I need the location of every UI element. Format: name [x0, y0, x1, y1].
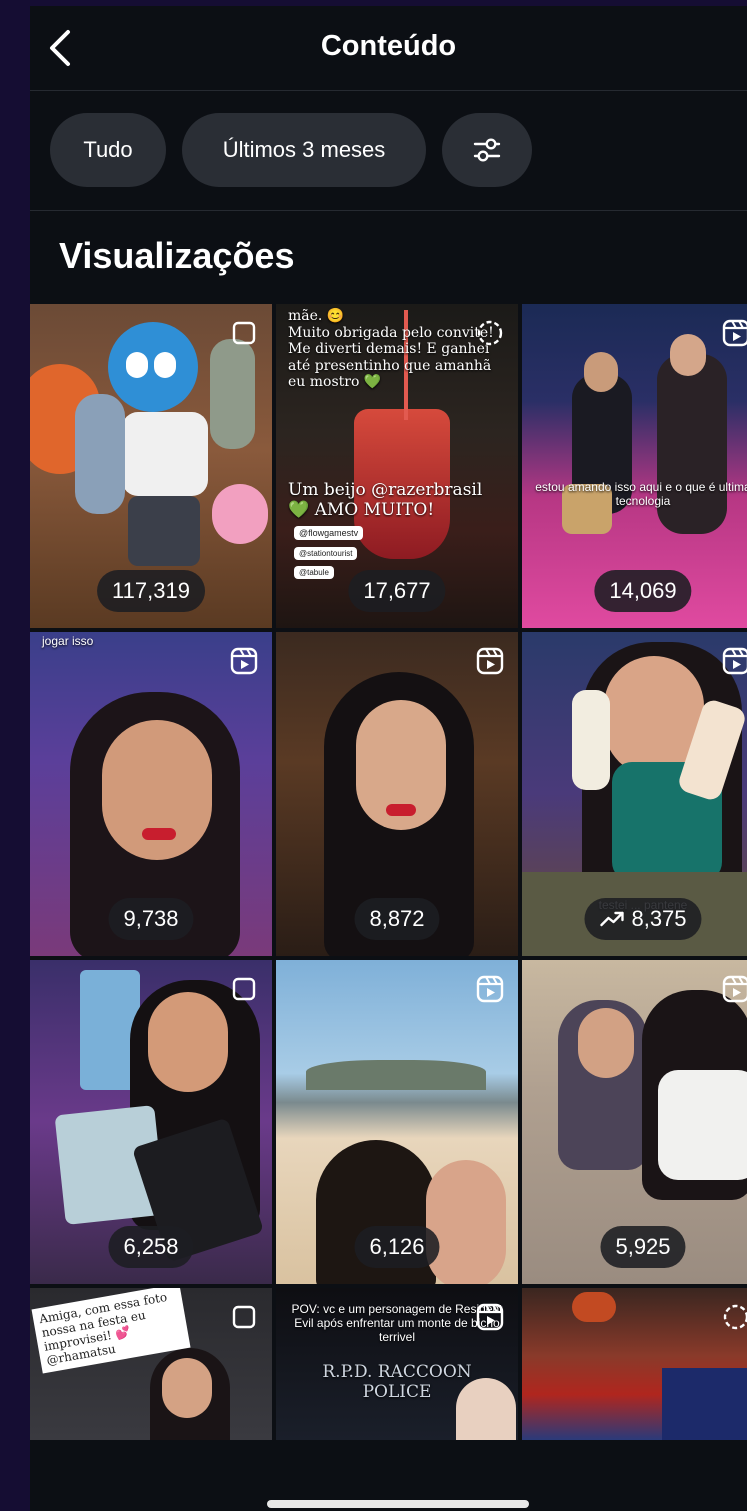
reel-icon: [721, 318, 747, 348]
post-icon: [229, 974, 259, 1004]
reel-icon: [229, 646, 259, 676]
reel-caption: estou amando isso aqui e o que é ultima …: [535, 480, 747, 508]
story-icon: [475, 318, 505, 348]
content-tile[interactable]: 5,925: [522, 960, 747, 1284]
home-indicator[interactable]: [267, 1500, 529, 1508]
reel-icon: [721, 974, 747, 1004]
views-count: 14,069: [594, 570, 692, 612]
views-value: 14,069: [609, 578, 677, 603]
content-tile[interactable]: Amiga, com essa foto nossa na festa eu i…: [30, 1288, 272, 1440]
reel-icon: [721, 646, 747, 676]
mention-tag: @stationtourist: [294, 547, 358, 560]
views-value: 9,738: [123, 906, 179, 931]
trending-up-icon: [600, 911, 624, 927]
views-value: 8,375: [631, 906, 687, 931]
views-count: 17,677: [348, 570, 446, 612]
filter-chips: Tudo Últimos 3 meses: [50, 113, 532, 187]
filter-all-chip[interactable]: Tudo: [50, 113, 166, 187]
reel-caption: POV: vc e um personagem de Resident Evil…: [291, 1302, 503, 1344]
section-title: Visualizações: [59, 235, 295, 276]
content-tile[interactable]: jogar isso 9,738: [30, 632, 272, 956]
story-caption: mãe. 😊 Muito obrigada pelo convite! Me d…: [288, 308, 494, 391]
story-icon: [721, 1302, 747, 1332]
content-grid: 117,319 mãe. 😊 Muito obrigada pelo convi…: [30, 304, 747, 1440]
views-value: 17,677: [363, 578, 431, 603]
views-value: 117,319: [112, 578, 190, 603]
filter-settings-button[interactable]: [442, 113, 532, 187]
content-tile[interactable]: 6,258: [30, 960, 272, 1284]
post-icon: [229, 1302, 259, 1332]
views-count: 8,872: [354, 898, 440, 940]
views-value: 6,126: [369, 1234, 425, 1259]
post-icon: [229, 318, 259, 348]
reel-caption: jogar isso: [42, 634, 94, 648]
views-count: 8,375: [584, 898, 702, 940]
views-value: 8,872: [369, 906, 425, 931]
sliders-icon: [473, 138, 501, 162]
top-bar: Conteúdo: [30, 6, 747, 90]
reel-icon: [475, 1302, 505, 1332]
content-tile[interactable]: mãe. 😊 Muito obrigada pelo convite! Me d…: [276, 304, 518, 628]
views-value: 5,925: [615, 1234, 671, 1259]
views-count: 9,738: [108, 898, 194, 940]
content-screen: Conteúdo Tudo Últimos 3 meses Visualizaç…: [30, 6, 747, 1511]
content-tile[interactable]: POV: vc e um personagem de Resident Evil…: [276, 1288, 518, 1440]
reel-icon: [475, 974, 505, 1004]
content-tile[interactable]: testei ... pantene 8,375: [522, 632, 747, 956]
views-count: 6,258: [108, 1226, 194, 1268]
views-count: 6,126: [354, 1226, 440, 1268]
reel-icon: [475, 646, 505, 676]
page-title: Conteúdo: [320, 30, 457, 62]
content-tile[interactable]: 6,126: [276, 960, 518, 1284]
story-caption-mention: Um beijo @razerbrasil 💚 AMO MUITO!: [288, 480, 483, 521]
content-tile[interactable]: [522, 1288, 747, 1440]
content-tile[interactable]: 117,319: [30, 304, 272, 628]
mention-tag: @flowgamestv: [294, 526, 364, 540]
header-divider: [30, 90, 747, 91]
content-tile[interactable]: estou amando isso aqui e o que é ultima …: [522, 304, 747, 628]
filters-divider: [30, 210, 747, 211]
views-count: 5,925: [600, 1226, 686, 1268]
mention-tag: @tabule: [294, 566, 334, 579]
content-tile[interactable]: 8,872: [276, 632, 518, 956]
filter-period-chip[interactable]: Últimos 3 meses: [182, 113, 426, 187]
views-value: 6,258: [123, 1234, 179, 1259]
views-count: 117,319: [97, 570, 205, 612]
